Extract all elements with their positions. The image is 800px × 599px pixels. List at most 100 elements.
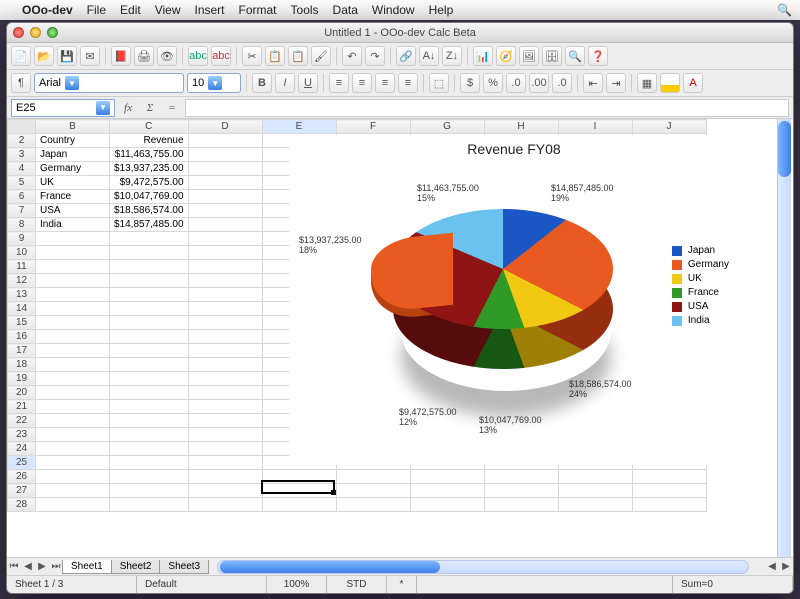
cell-F27[interactable] xyxy=(336,484,410,498)
cell-B18[interactable] xyxy=(36,358,110,372)
help-button[interactable]: ❓ xyxy=(588,46,608,66)
row-header-6[interactable]: 6 xyxy=(8,190,36,204)
row-header-20[interactable]: 20 xyxy=(8,386,36,400)
cell-B17[interactable] xyxy=(36,344,110,358)
delete-decimal-button[interactable]: .0 xyxy=(552,73,572,93)
cell-D2[interactable] xyxy=(188,134,262,148)
cell-B27[interactable] xyxy=(36,484,110,498)
cell-J28[interactable] xyxy=(632,498,706,512)
cell-E28[interactable] xyxy=(262,498,336,512)
cell-B21[interactable] xyxy=(36,400,110,414)
cell-C20[interactable] xyxy=(110,386,189,400)
row-header-17[interactable]: 17 xyxy=(8,344,36,358)
pie-chart[interactable]: Revenue FY08 $11,463,755.0015% $13,937,2… xyxy=(289,135,739,465)
borders-button[interactable]: ▦ xyxy=(637,73,657,93)
row-header-8[interactable]: 8 xyxy=(8,218,36,232)
align-justify-button[interactable]: ≡ xyxy=(398,73,418,93)
menu-view[interactable]: View xyxy=(155,3,181,17)
align-left-button[interactable]: ≡ xyxy=(329,73,349,93)
cell-D27[interactable] xyxy=(188,484,262,498)
cell-E26[interactable] xyxy=(262,470,336,484)
datasources-button[interactable]: 🗄 xyxy=(542,46,562,66)
minimize-icon[interactable] xyxy=(30,27,41,38)
percent-button[interactable]: % xyxy=(483,73,503,93)
cell-B24[interactable] xyxy=(36,442,110,456)
tab-last-button[interactable]: ⏭ xyxy=(49,560,63,574)
cell-C3[interactable]: $11,463,755.00 xyxy=(110,148,189,162)
menu-edit[interactable]: Edit xyxy=(120,3,141,17)
cell-B11[interactable] xyxy=(36,260,110,274)
cell-C9[interactable] xyxy=(110,232,189,246)
row-header-24[interactable]: 24 xyxy=(8,442,36,456)
open-button[interactable]: 📂 xyxy=(34,46,54,66)
cell-B15[interactable] xyxy=(36,316,110,330)
cell-C24[interactable] xyxy=(110,442,189,456)
cell-B2[interactable]: Country xyxy=(36,134,110,148)
cell-G26[interactable] xyxy=(410,470,484,484)
row-header-14[interactable]: 14 xyxy=(8,302,36,316)
cell-B19[interactable] xyxy=(36,372,110,386)
undo-button[interactable]: ↶ xyxy=(342,46,362,66)
cell-B22[interactable] xyxy=(36,414,110,428)
chevron-down-icon[interactable]: ▼ xyxy=(65,76,79,90)
cell-C6[interactable]: $10,047,769.00 xyxy=(110,190,189,204)
col-header-B[interactable]: B xyxy=(36,120,110,134)
merge-cells-button[interactable]: ⬚ xyxy=(429,73,449,93)
status-mode[interactable]: STD xyxy=(327,576,387,593)
cell-F26[interactable] xyxy=(336,470,410,484)
zoom-button[interactable]: 🔍 xyxy=(565,46,585,66)
row-header-27[interactable]: 27 xyxy=(8,484,36,498)
cell-D15[interactable] xyxy=(188,316,262,330)
paste-button[interactable]: 📋 xyxy=(288,46,308,66)
col-header-F[interactable]: F xyxy=(336,120,410,134)
status-zoom[interactable]: 100% xyxy=(267,576,327,593)
font-name-combo[interactable]: Arial ▼ xyxy=(34,73,184,93)
cell-B26[interactable] xyxy=(36,470,110,484)
cell-D26[interactable] xyxy=(188,470,262,484)
add-decimal-button[interactable]: .00 xyxy=(529,73,549,93)
cell-B10[interactable] xyxy=(36,246,110,260)
cell-D13[interactable] xyxy=(188,288,262,302)
scroll-left-button[interactable]: ◀ xyxy=(765,560,779,574)
cell-J26[interactable] xyxy=(632,470,706,484)
email-button[interactable]: ✉ xyxy=(80,46,100,66)
row-header-9[interactable]: 9 xyxy=(8,232,36,246)
cell-D21[interactable] xyxy=(188,400,262,414)
col-header-I[interactable]: I xyxy=(558,120,632,134)
cell-C18[interactable] xyxy=(110,358,189,372)
gallery-button[interactable]: 🖼 xyxy=(519,46,539,66)
menu-tools[interactable]: Tools xyxy=(291,3,319,17)
cell-D28[interactable] xyxy=(188,498,262,512)
row-header-28[interactable]: 28 xyxy=(8,498,36,512)
sort-desc-button[interactable]: Z↓ xyxy=(442,46,462,66)
cell-C15[interactable] xyxy=(110,316,189,330)
cell-D11[interactable] xyxy=(188,260,262,274)
cell-D23[interactable] xyxy=(188,428,262,442)
tab-first-button[interactable]: ⏮ xyxy=(7,560,21,574)
cell-B9[interactable] xyxy=(36,232,110,246)
cell-D16[interactable] xyxy=(188,330,262,344)
cell-D20[interactable] xyxy=(188,386,262,400)
save-button[interactable]: 💾 xyxy=(57,46,77,66)
cell-B20[interactable] xyxy=(36,386,110,400)
cell-D24[interactable] xyxy=(188,442,262,456)
cell-C27[interactable] xyxy=(110,484,189,498)
cell-C26[interactable] xyxy=(110,470,189,484)
col-header-E[interactable]: E xyxy=(262,120,336,134)
cell-B7[interactable]: USA xyxy=(36,204,110,218)
cell-D9[interactable] xyxy=(188,232,262,246)
cell-C2[interactable]: Revenue xyxy=(110,134,189,148)
row-header-26[interactable]: 26 xyxy=(8,470,36,484)
cell-B3[interactable]: Japan xyxy=(36,148,110,162)
cell-D25[interactable] xyxy=(188,456,262,470)
cell-D5[interactable] xyxy=(188,176,262,190)
row-header-10[interactable]: 10 xyxy=(8,246,36,260)
row-header-3[interactable]: 3 xyxy=(8,148,36,162)
row-header-22[interactable]: 22 xyxy=(8,414,36,428)
cell-G27[interactable] xyxy=(410,484,484,498)
row-header-21[interactable]: 21 xyxy=(8,400,36,414)
cell-D10[interactable] xyxy=(188,246,262,260)
zoom-icon[interactable] xyxy=(47,27,58,38)
cell-D7[interactable] xyxy=(188,204,262,218)
function-button[interactable]: = xyxy=(163,99,181,117)
